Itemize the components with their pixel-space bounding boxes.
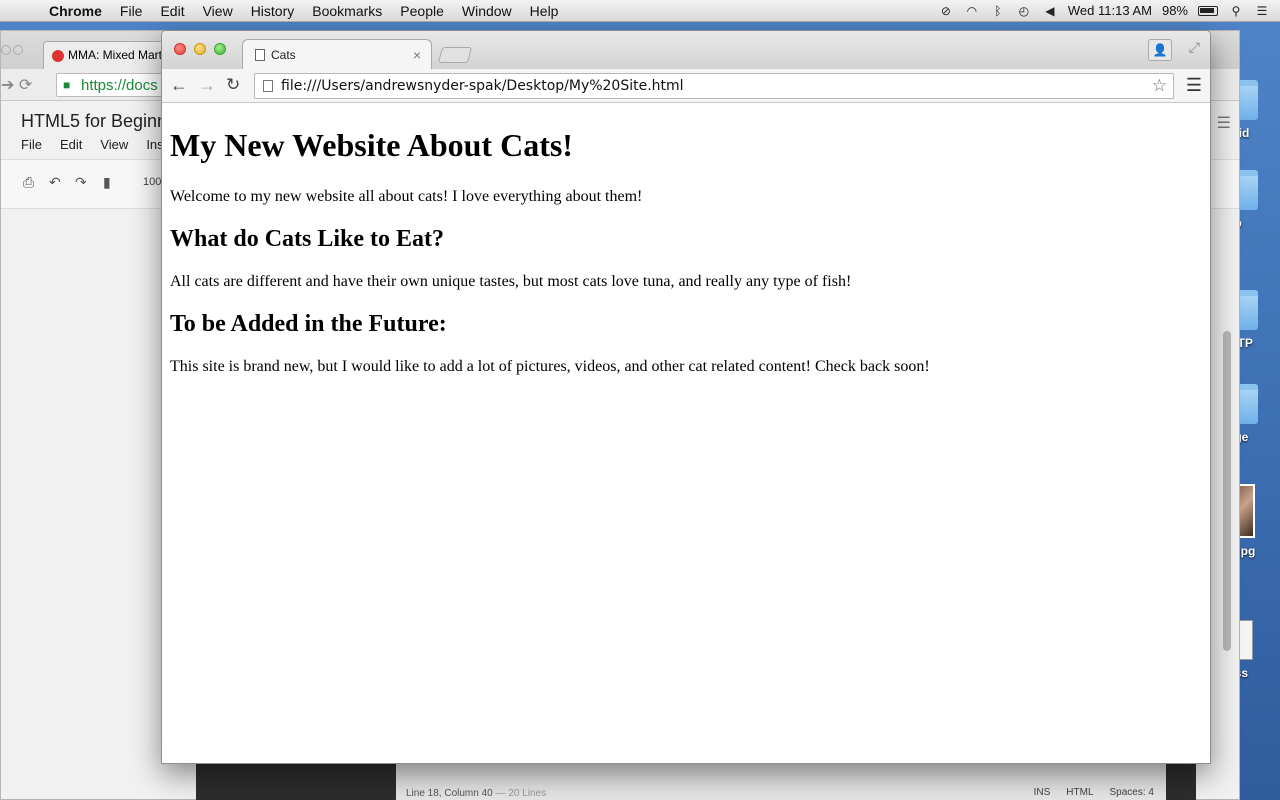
background-url-text: https://docs — [81, 77, 158, 94]
back-icon[interactable]: ← — [170, 75, 188, 96]
spotlight-search-icon[interactable]: ⚲ — [1228, 4, 1244, 18]
menu-bar: Chrome File Edit View History Bookmarks … — [0, 0, 1280, 22]
intro-paragraph: Welcome to my new website all about cats… — [170, 188, 643, 205]
menu-window[interactable]: Window — [453, 3, 521, 19]
paint-format-icon[interactable]: ▮ — [103, 174, 111, 191]
browser-window: Cats × 👤 ⤢ ← → ↻ file:///Users/andrewsny… — [161, 30, 1211, 764]
menu-history[interactable]: History — [242, 3, 304, 19]
editor-status-right: INS HTML Spaces: 4 — [1034, 787, 1154, 798]
menu-icon[interactable]: ☰ — [1217, 113, 1231, 133]
section-heading-future: To be Added in the Future: — [170, 311, 447, 337]
bookmark-star-icon[interactable]: ☆ — [1152, 76, 1167, 96]
address-bar[interactable]: file:///Users/andrewsnyder-spak/Desktop/… — [254, 73, 1174, 99]
editor-status-bar: Line 18, Column 40 — 20 Lines INS HTML S… — [396, 760, 1166, 800]
menu-help[interactable]: Help — [521, 3, 568, 19]
time-machine-icon[interactable]: ◴ — [1016, 4, 1032, 18]
menu-bookmarks[interactable]: Bookmarks — [303, 3, 391, 19]
docs-menu-bar: File Edit View Inse — [21, 137, 171, 152]
page-content: My New Website About Cats! Welcome to my… — [162, 103, 1210, 420]
status-area: ⊘ ◠ ᛒ ◴ ◀ Wed 11:13 AM 98% ⚲ ☰ — [938, 3, 1280, 18]
language-mode[interactable]: HTML — [1066, 787, 1093, 798]
cursor-position: Line 18, Column 40 — 20 Lines — [406, 788, 547, 799]
url-text: file:///Users/andrewsnyder-spak/Desktop/… — [281, 78, 684, 94]
volume-icon[interactable]: ◀ — [1042, 4, 1058, 18]
food-paragraph: All cats are different and have their ow… — [170, 273, 852, 290]
window-control-icon[interactable] — [13, 45, 23, 55]
docs-menu-view[interactable]: View — [100, 137, 128, 152]
print-icon[interactable]: ⎙ — [23, 174, 34, 191]
chrome-menu-icon[interactable]: ☰ — [1186, 75, 1202, 96]
menu-view[interactable]: View — [194, 3, 242, 19]
background-tab-title: MMA: Mixed Mart — [68, 48, 163, 62]
reddit-favicon-icon — [52, 50, 64, 62]
bluetooth-icon[interactable]: ᛒ — [990, 4, 1006, 18]
tab-strip: Cats × 👤 ⤢ — [162, 31, 1210, 70]
page-heading: My New Website About Cats! — [170, 127, 573, 163]
tab-cats[interactable]: Cats × — [242, 39, 432, 70]
close-tab-icon[interactable]: × — [413, 47, 421, 63]
menu-file[interactable]: File — [111, 3, 152, 19]
section-heading-food: What do Cats Like to Eat? — [170, 226, 445, 252]
forward-icon[interactable]: → — [198, 75, 216, 96]
zoom-window-button[interactable] — [214, 43, 226, 55]
redo-icon[interactable]: ↷ — [75, 174, 87, 191]
zoom-level[interactable]: 100 — [143, 176, 161, 188]
insert-mode[interactable]: INS — [1034, 787, 1051, 798]
new-tab-button[interactable] — [437, 47, 473, 63]
document-title[interactable]: HTML5 for Beginn — [21, 111, 167, 132]
lock-icon: ■ — [63, 78, 71, 92]
indent-setting[interactable]: Spaces: 4 — [1110, 787, 1154, 798]
battery-icon[interactable] — [1198, 5, 1218, 16]
docs-menu-file[interactable]: File — [21, 137, 42, 152]
file-icon — [263, 80, 273, 92]
menu-edit[interactable]: Edit — [151, 3, 193, 19]
tab-title: Cats — [271, 48, 296, 62]
window-control-icon[interactable] — [1, 45, 11, 55]
profile-icon[interactable]: 👤 — [1148, 39, 1172, 61]
minimize-window-button[interactable] — [194, 43, 206, 55]
code-editor-window: Line 18, Column 40 — 20 Lines INS HTML S… — [196, 760, 1196, 800]
menu-app-name[interactable]: Chrome — [40, 3, 111, 19]
notification-center-icon[interactable]: ☰ — [1254, 4, 1270, 18]
fullscreen-icon[interactable]: ⤢ — [1189, 39, 1200, 56]
wifi-icon[interactable]: ◠ — [964, 4, 980, 18]
scrollbar[interactable] — [1223, 331, 1231, 651]
sync-icon[interactable]: ⊘ — [938, 4, 954, 18]
future-paragraph: This site is brand new, but I would like… — [170, 358, 930, 375]
docs-menu-edit[interactable]: Edit — [60, 137, 82, 152]
menu-people[interactable]: People — [391, 3, 453, 19]
battery-percent[interactable]: 98% — [1162, 3, 1188, 18]
browser-toolbar: ← → ↻ file:///Users/andrewsnyder-spak/De… — [162, 69, 1210, 103]
undo-icon[interactable]: ↶ — [49, 174, 61, 191]
clock[interactable]: Wed 11:13 AM — [1068, 3, 1152, 18]
page-icon — [255, 49, 265, 61]
back-forward-reload-icons[interactable]: ➔ ⟳ — [1, 75, 32, 95]
reload-icon[interactable]: ↻ — [226, 75, 240, 95]
close-window-button[interactable] — [174, 43, 186, 55]
